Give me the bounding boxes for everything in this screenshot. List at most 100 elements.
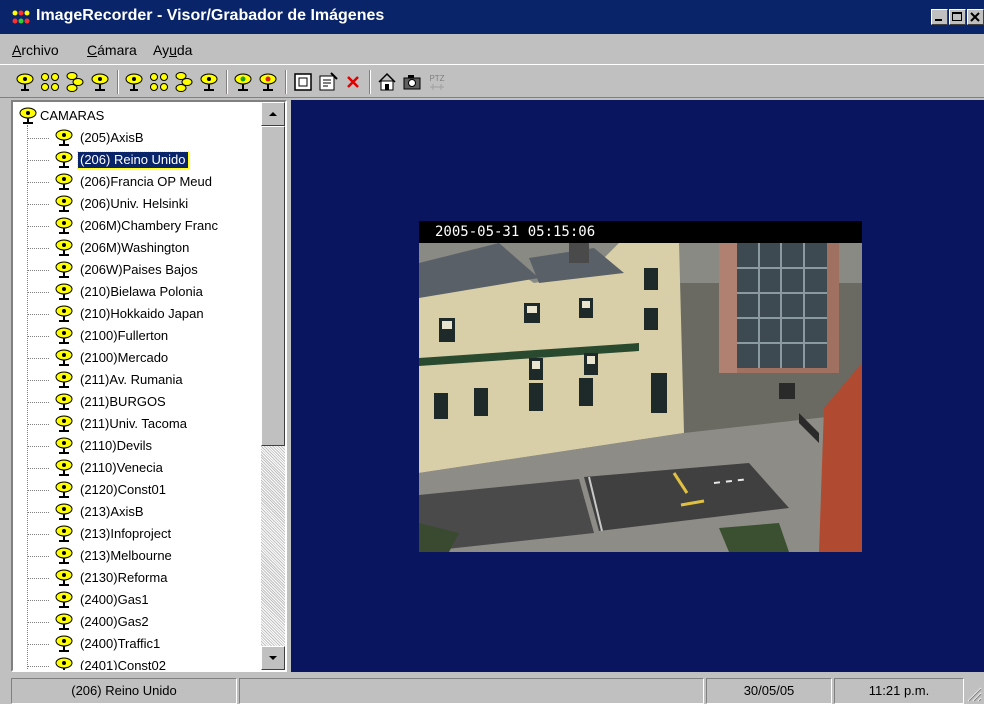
tree-item[interactable]: (2401)Const02	[27, 655, 261, 670]
tree-item-label: (211)BURGOS	[80, 394, 166, 409]
tree-item[interactable]: (213)AxisB	[27, 501, 261, 523]
tree-item[interactable]: (213)Infoproject	[27, 523, 261, 545]
tree-connector	[27, 336, 49, 337]
toolbar-camera-single-1[interactable]	[89, 71, 111, 93]
toolbar-properties[interactable]	[317, 71, 339, 93]
tree-item[interactable]: (211)Av. Rumania	[27, 369, 261, 391]
camera-disconnect-icon	[259, 73, 277, 91]
tree-item[interactable]: (2110)Venecia	[27, 457, 261, 479]
window-title: ImageRecorder - Visor/Grabador de Imágen…	[36, 7, 385, 24]
minimize-icon	[935, 19, 942, 21]
tree-item[interactable]: (2400)Gas2	[27, 611, 261, 633]
camera-icon	[55, 547, 73, 564]
tree-item[interactable]: (206)Univ. Helsinki	[27, 193, 261, 215]
camera-icon	[55, 195, 73, 212]
camera-icon	[55, 173, 73, 190]
tree-item[interactable]: (213)Melbourne	[27, 545, 261, 567]
menu-ayuda[interactable]: Ayuda	[153, 42, 192, 58]
toolbar-ptz[interactable]: PTZ	[426, 71, 448, 93]
toolbar-cameras-cascade-1[interactable]	[64, 71, 86, 93]
tree-item[interactable]: (2400)Gas1	[27, 589, 261, 611]
app-icon[interactable]	[11, 9, 31, 25]
tree-item-label: (213)AxisB	[80, 504, 144, 519]
toolbar: PTZ	[0, 64, 984, 98]
camera-frame[interactable]: 2005-05-31 05:15:06	[419, 221, 862, 552]
ptz-label: PTZ	[429, 74, 444, 83]
tree-item-label: (2401)Const02	[80, 658, 166, 670]
resize-grip-icon[interactable]	[964, 684, 982, 702]
tree-item[interactable]: (206W)Paises Bajos	[27, 259, 261, 281]
tree-item[interactable]: (210)Hokkaido Japan	[27, 303, 261, 325]
tree-item-label: (2110)Venecia	[80, 460, 163, 475]
maximize-button[interactable]	[949, 9, 966, 25]
menu-ayuda-accel: u	[169, 42, 177, 58]
cameras-cascade-icon	[175, 72, 193, 92]
tree-item[interactable]: (2120)Const01	[27, 479, 261, 501]
toolbar-cameras-cascade-2[interactable]	[173, 71, 195, 93]
home-icon	[378, 72, 396, 91]
tree-connector	[27, 314, 49, 315]
tree-item-label: (210)Hokkaido Japan	[80, 306, 204, 321]
tree-item[interactable]: (206) Reino Unido	[27, 149, 261, 171]
tree-item[interactable]: (2100)Fullerton	[27, 325, 261, 347]
tree-item-label: (2400)Gas2	[80, 614, 149, 629]
tree-item[interactable]: (2130)Reforma	[27, 567, 261, 589]
tree-item[interactable]: (206M)Chambery Franc	[27, 215, 261, 237]
tree-item[interactable]: (2100)Mercado	[27, 347, 261, 369]
toolbar-cameras-group-1[interactable]	[39, 71, 61, 93]
toolbar-camera-connect[interactable]	[232, 71, 254, 93]
tree-item[interactable]: (205)AxisB	[27, 127, 261, 149]
frame-timestamp: 2005-05-31 05:15:06	[419, 221, 862, 243]
camera-image	[419, 243, 862, 552]
tree-connector	[27, 270, 49, 271]
tree-scrollbar[interactable]	[261, 102, 285, 670]
close-button[interactable]	[967, 9, 984, 25]
tree-item-label: (2110)Devils	[80, 438, 153, 453]
toolbar-separator	[285, 70, 287, 94]
toolbar-camera-disconnect[interactable]	[257, 71, 279, 93]
toolbar-camera-add-2[interactable]	[123, 71, 145, 93]
tree-item-label: (2130)Reforma	[80, 570, 168, 585]
tree-connector	[27, 600, 49, 601]
tree-item[interactable]: (206M)Washington	[27, 237, 261, 259]
tree-item[interactable]: (2400)Traffic1	[27, 633, 261, 655]
scroll-up-button[interactable]	[261, 102, 285, 126]
scrollbar-thumb[interactable]	[261, 126, 285, 446]
camera-icon	[55, 481, 73, 498]
maximize-icon	[952, 12, 962, 21]
tree-item[interactable]: (211)BURGOS	[27, 391, 261, 413]
toolbar-fit-window[interactable]	[292, 71, 314, 93]
minimize-button[interactable]	[931, 9, 948, 25]
camera-icon	[55, 129, 73, 146]
camera-tree[interactable]: CAMARAS (205)AxisB (206) Reino Unido (206)…	[11, 100, 287, 672]
tree-connector	[27, 138, 49, 139]
tree-item[interactable]: (210)Bielawa Polonia	[27, 281, 261, 303]
camera-icon	[55, 261, 73, 278]
arrow-down-icon	[269, 656, 277, 660]
tree-item[interactable]: (2110)Devils	[27, 435, 261, 457]
menu-archivo[interactable]: Archivo	[12, 42, 59, 58]
tree-connector	[27, 292, 49, 293]
toolbar-cameras-group-2[interactable]	[148, 71, 170, 93]
toolbar-home[interactable]	[376, 71, 398, 93]
camera-icon	[55, 503, 73, 520]
tree-connector	[27, 248, 49, 249]
tree-connector	[27, 182, 49, 183]
menu-camara[interactable]: Cámara	[87, 42, 137, 58]
scroll-down-button[interactable]	[261, 646, 285, 670]
status-date: 30/05/05	[706, 678, 832, 704]
title-bar[interactable]: ImageRecorder - Visor/Grabador de Imágen…	[0, 0, 984, 34]
tree-item[interactable]: (206)Francia OP Meud	[27, 171, 261, 193]
toolbar-snapshot[interactable]	[401, 71, 423, 93]
toolbar-camera-add-1[interactable]	[14, 71, 36, 93]
video-viewer[interactable]: 2005-05-31 05:15:06	[291, 100, 984, 672]
camera-icon	[55, 239, 73, 256]
tree-item-label: (205)AxisB	[80, 130, 144, 145]
tree-item[interactable]: (211)Univ. Tacoma	[27, 413, 261, 435]
camera-single-icon	[91, 73, 109, 91]
camera-add-icon	[125, 73, 143, 91]
toolbar-camera-single-2[interactable]	[198, 71, 220, 93]
camera-tree-list: CAMARAS (205)AxisB (206) Reino Unido (206)…	[13, 102, 261, 670]
tree-connector	[27, 446, 49, 447]
toolbar-delete[interactable]	[342, 71, 364, 93]
